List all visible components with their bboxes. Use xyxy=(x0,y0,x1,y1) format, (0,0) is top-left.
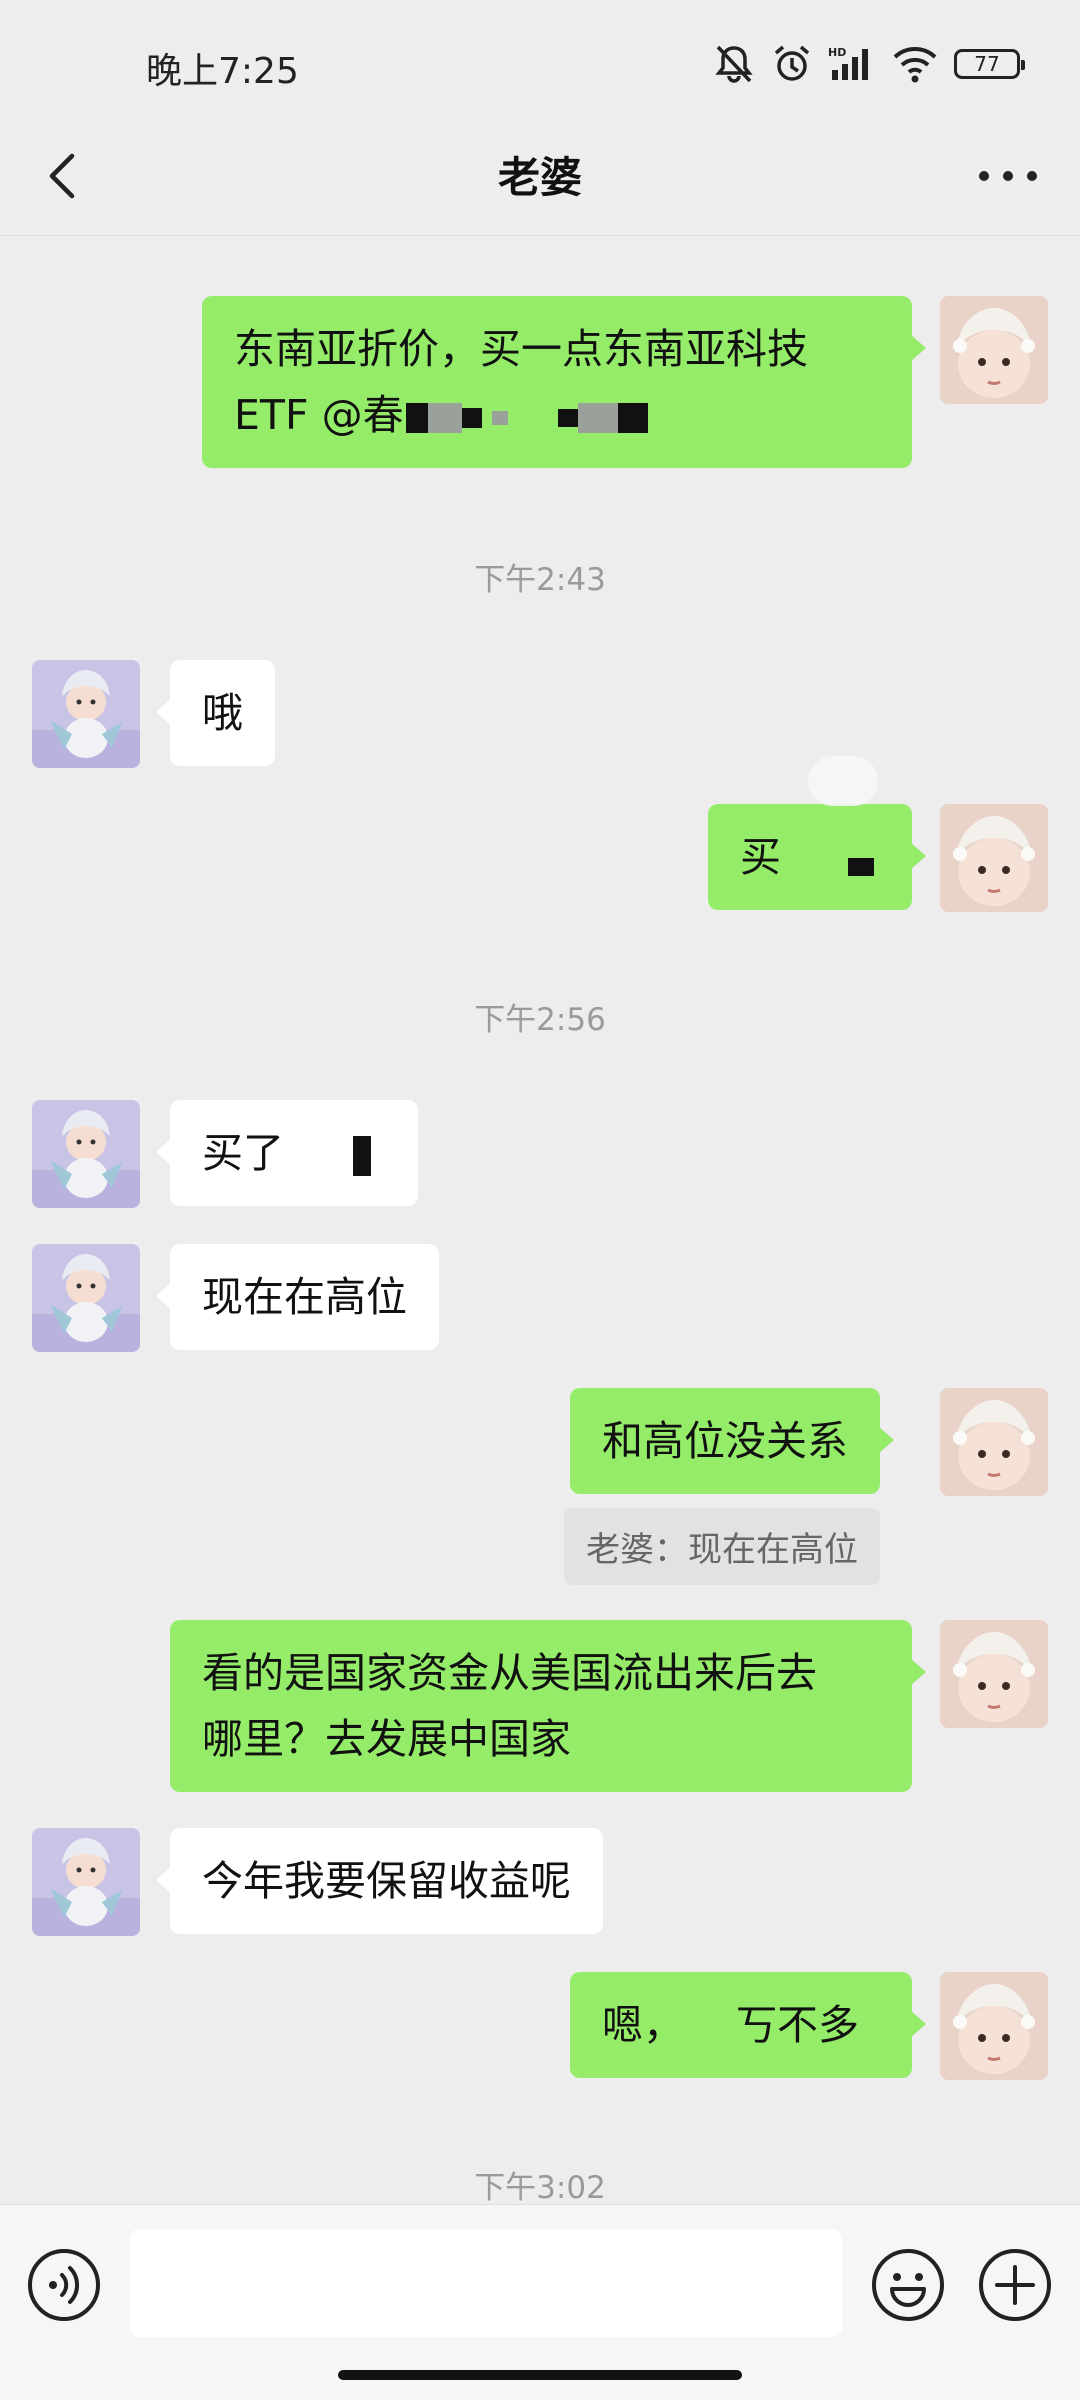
message-text: 哪里？去发展中国家 xyxy=(202,1715,571,1763)
message-bubble-received[interactable]: 哦 xyxy=(156,660,275,766)
timestamp: 下午3:02 xyxy=(474,2170,606,2206)
message-text: 嗯， xyxy=(602,2001,684,2049)
avatar-me[interactable] xyxy=(940,1388,1048,1496)
message-text-line: ETF @春 xyxy=(234,382,880,448)
hd-signal-icon: HD xyxy=(828,44,876,84)
message-bubble-sent[interactable]: 东南亚折价，买一点东南亚科技 ETF @春 xyxy=(202,296,926,468)
timestamp: 下午2:43 xyxy=(474,562,606,598)
redaction-smudge xyxy=(808,756,878,806)
redaction-mark xyxy=(461,408,482,428)
message-bubble-sent[interactable]: 看的是国家资金从美国流出来后去 哪里？去发展中国家 xyxy=(170,1620,926,1792)
message-text: 看的是国家资金从美国流出来后去 xyxy=(202,1649,817,1697)
alarm-icon xyxy=(772,44,812,84)
mute-icon xyxy=(712,44,756,84)
chat-header: 老婆 xyxy=(0,118,1080,236)
status-bar: 晚上7:25 HD 77 xyxy=(0,0,1080,128)
redaction-mark xyxy=(617,403,648,433)
message-input[interactable] xyxy=(130,2229,842,2337)
avatar-contact[interactable] xyxy=(32,660,140,768)
status-time: 晚上7:25 xyxy=(146,51,299,92)
more-icon[interactable] xyxy=(972,146,1044,206)
avatar-me[interactable] xyxy=(940,1972,1048,2080)
page-title: 老婆 xyxy=(497,153,582,202)
message-bubble-received[interactable]: 现在在高位 xyxy=(156,1244,439,1350)
plus-icon[interactable] xyxy=(977,2247,1053,2323)
voice-icon[interactable] xyxy=(26,2247,102,2323)
wifi-icon xyxy=(892,45,938,83)
avatar-me[interactable] xyxy=(940,1620,1048,1728)
status-icons: HD 77 xyxy=(712,44,1025,84)
redaction-mark xyxy=(405,403,428,433)
redaction-mark xyxy=(491,411,508,425)
redaction-mark xyxy=(577,403,618,433)
emoji-icon[interactable] xyxy=(870,2247,946,2323)
avatar-me[interactable] xyxy=(940,804,1048,912)
redaction-mark xyxy=(557,409,578,427)
message-text: 买了 xyxy=(202,1129,284,1177)
message-bubble-sent[interactable]: 嗯， 丂不多 xyxy=(570,1972,926,2078)
message-text: 买 xyxy=(740,833,781,881)
quoted-message[interactable]: 老婆：现在在高位 xyxy=(564,1508,880,1585)
message-bubble-received[interactable]: 今年我要保留收益呢 xyxy=(156,1828,603,1934)
redaction-mark xyxy=(353,1136,372,1176)
redaction-mark xyxy=(427,403,462,433)
timestamp: 下午2:56 xyxy=(474,1002,606,1038)
message-bubble-received[interactable]: 买了 xyxy=(156,1100,418,1206)
avatar-contact[interactable] xyxy=(32,1100,140,1208)
message-list: 东南亚折价，买一点东南亚科技 ETF @春 下午2:43 哦 买 下午2:56 … xyxy=(0,236,1080,2206)
home-indicator[interactable] xyxy=(338,2370,742,2380)
avatar-me[interactable] xyxy=(940,296,1048,404)
message-text: 丂不多 xyxy=(736,2001,859,2049)
message-bubble-sent[interactable]: 和高位没关系 xyxy=(570,1388,894,1494)
battery-icon: 77 xyxy=(954,49,1025,79)
svg-text:HD: HD xyxy=(828,46,846,59)
avatar-contact[interactable] xyxy=(32,1244,140,1352)
message-text: 东南亚折价，买一点东南亚科技 xyxy=(234,325,808,373)
avatar-contact[interactable] xyxy=(32,1828,140,1936)
